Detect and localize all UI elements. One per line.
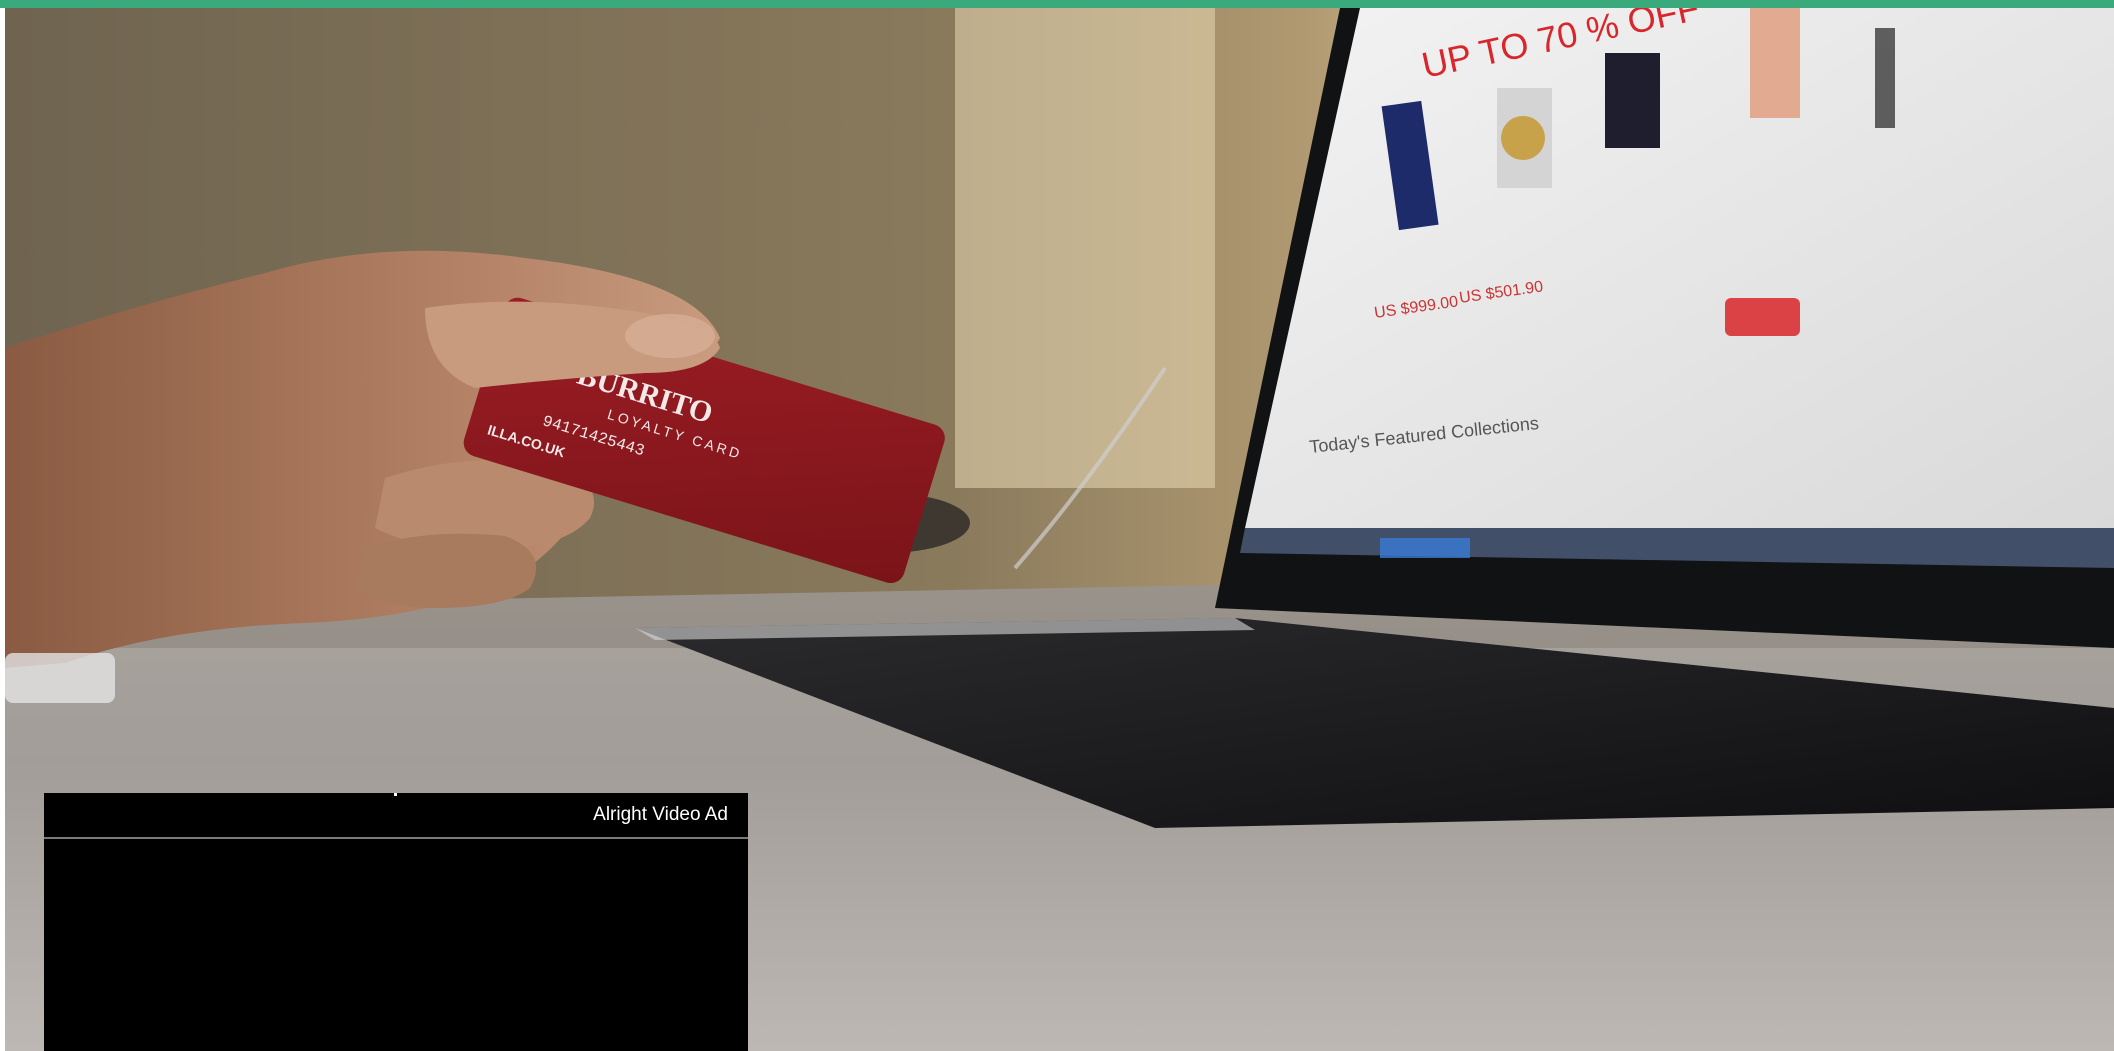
top-accent-bar <box>0 0 2114 8</box>
video-ad-canvas[interactable] <box>44 839 748 1051</box>
ad-progress-dot <box>394 793 397 796</box>
video-ad-header: Alright Video Ad <box>44 793 748 839</box>
video-ad-title: Alright Video Ad <box>593 804 728 825</box>
video-ad-player[interactable]: Alright Video Ad <box>44 793 748 1051</box>
